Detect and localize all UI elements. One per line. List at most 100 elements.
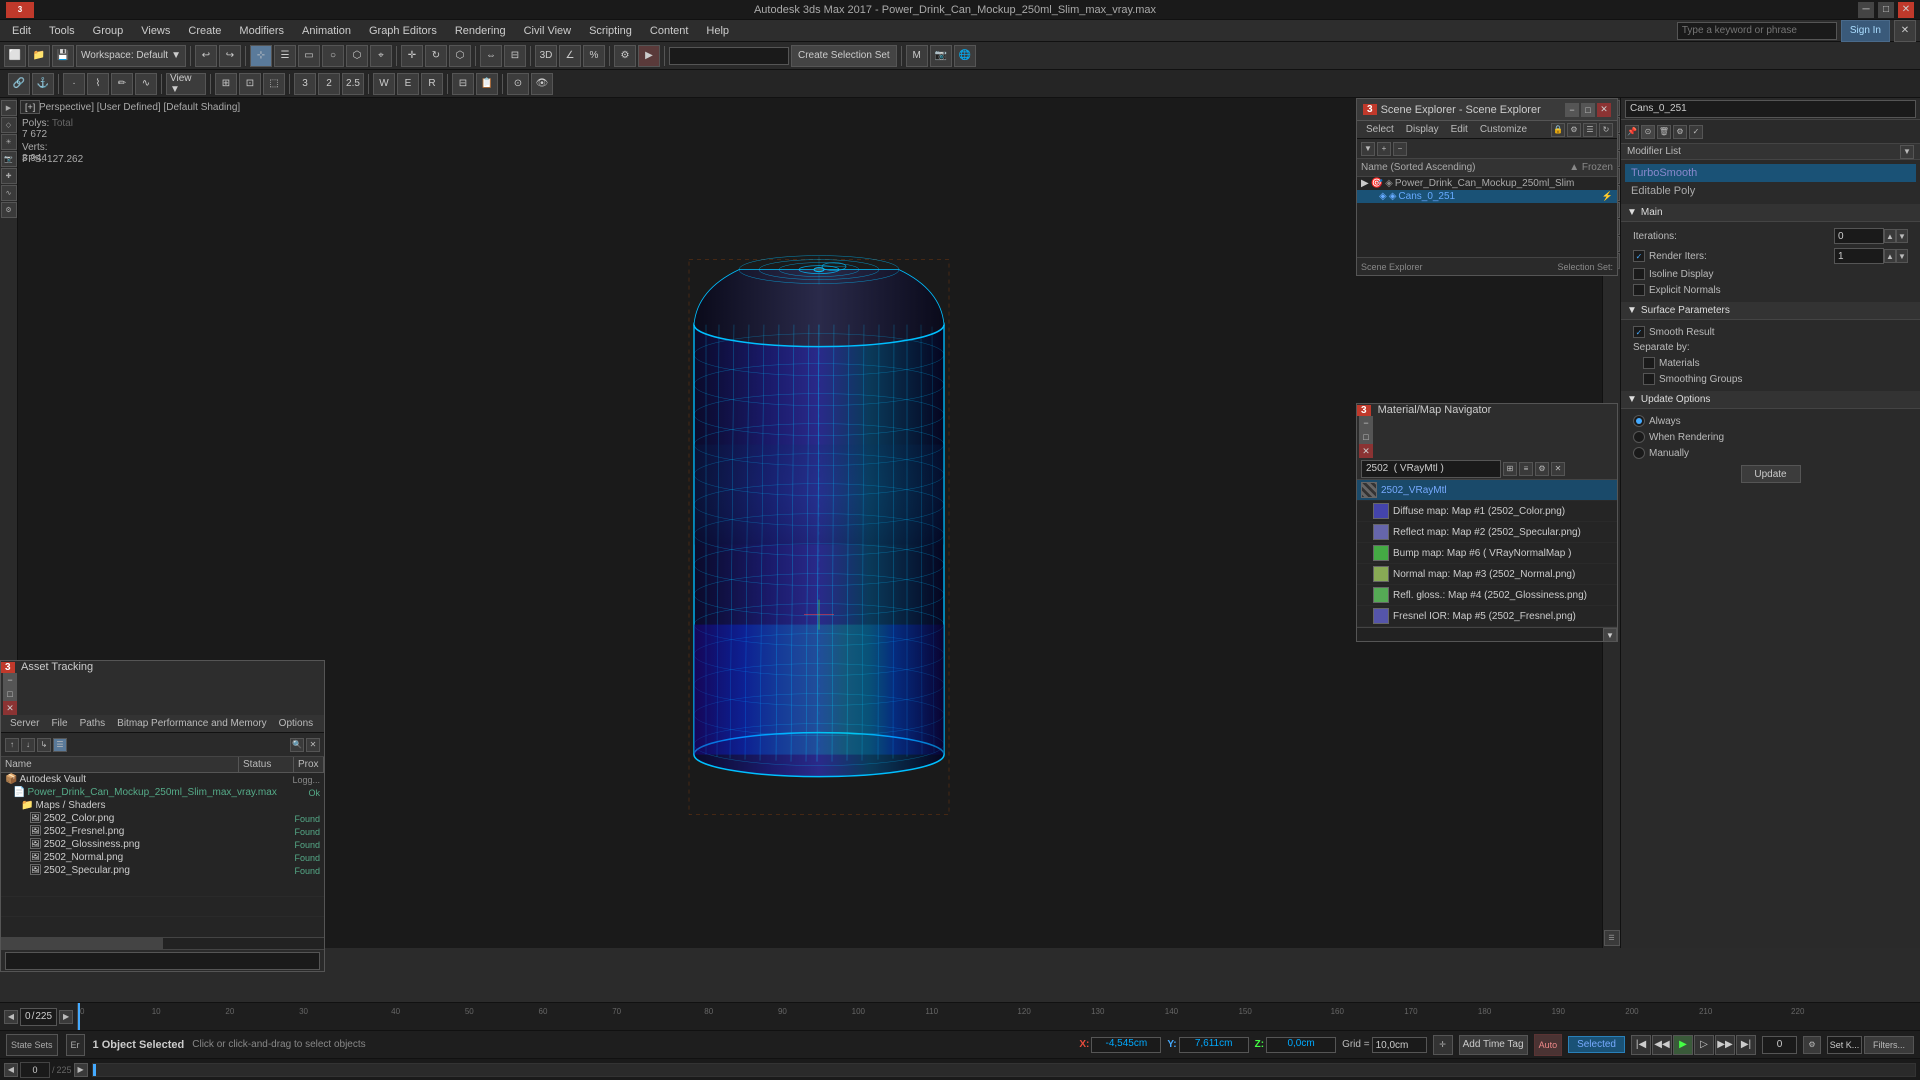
mirror-button[interactable]: ⇔ (480, 45, 502, 67)
at-bitmap-menu[interactable]: Bitmap Performance and Memory (112, 717, 272, 730)
add-time-tag-btn[interactable]: Add Time Tag (1459, 1035, 1528, 1055)
mn-settings-btn[interactable]: ⚙ (1535, 462, 1549, 476)
2.5d-snap-toggle[interactable]: 2.5 (342, 73, 364, 95)
isoline-checkbox[interactable] (1633, 268, 1645, 280)
auto-key-btn[interactable]: Auto (1534, 1034, 1563, 1056)
grid-value[interactable]: 10,0cm (1372, 1037, 1427, 1053)
wireframe-button[interactable]: ⬚ (263, 73, 285, 95)
object-name-input[interactable] (1625, 100, 1916, 118)
map-diffuse-item[interactable]: Diffuse map: Map #1 (2502_Color.png) (1357, 501, 1617, 522)
scene-cans-object[interactable]: ◈ ◈ Cans_0_251 ⚡ (1357, 190, 1617, 203)
when-rendering-radio[interactable] (1633, 431, 1645, 443)
scene-explorer-select-menu[interactable]: Select (1361, 123, 1399, 136)
map-reflect-item[interactable]: Reflect map: Map #2 (2502_Specular.png) (1357, 522, 1617, 543)
state-sets-tab[interactable]: State Sets (6, 1034, 58, 1056)
modifier-list-dropdown[interactable]: ▼ (1900, 145, 1914, 159)
update-options-section-header[interactable]: ▼ Update Options (1621, 391, 1920, 409)
at-fresnel-file[interactable]: 🖼 2502_Fresnel.png Found (1, 825, 324, 838)
material-editor-button[interactable]: M (906, 45, 928, 67)
menu-tools[interactable]: Tools (41, 23, 83, 39)
render-iters-down[interactable]: ▼ (1896, 249, 1908, 263)
se-filter-btn[interactable]: ▼ (1361, 142, 1375, 156)
rotate-type-button[interactable]: E (397, 73, 419, 95)
mod-pin-btn[interactable]: 📌 (1625, 125, 1639, 139)
map-gloss-item[interactable]: Refl. gloss.: Map #4 (2502_Glossiness.pn… (1357, 585, 1617, 606)
scene-explorer-edit-menu[interactable]: Edit (1446, 123, 1473, 136)
move-type-button[interactable]: W (373, 73, 395, 95)
at-main-file[interactable]: 📄 Power_Drink_Can_Mockup_250ml_Slim_max_… (1, 786, 324, 799)
select-button[interactable]: ⊹ (250, 45, 272, 67)
z-coord-value[interactable]: 0,0cm (1266, 1037, 1336, 1053)
link-button[interactable]: 🔗 (8, 73, 30, 95)
new-file-button[interactable]: ⬜ (4, 45, 26, 67)
layer-manager-button[interactable]: ⊟ (452, 73, 474, 95)
prev-viewport-btn[interactable]: ◀ (4, 1063, 18, 1077)
snap3d-button[interactable]: 3D (535, 45, 557, 67)
redo-button[interactable]: ↪ (219, 45, 241, 67)
percent-snap-button[interactable]: % (583, 45, 605, 67)
create-spacewarp-tool[interactable]: ∿ (1, 185, 17, 201)
at-file-menu[interactable]: File (46, 717, 72, 730)
render-setup-button[interactable]: ⚙ (614, 45, 636, 67)
render-frame-button[interactable]: 📷 (930, 45, 952, 67)
menu-views[interactable]: Views (133, 23, 178, 39)
isolate-selection-button[interactable]: ⊙ (507, 73, 529, 95)
at-glossiness-file[interactable]: 🖼 2502_Glossiness.png Found (1, 838, 324, 851)
maximize-button[interactable]: □ (1878, 2, 1894, 18)
menu-scripting[interactable]: Scripting (581, 23, 640, 39)
at-btn-2[interactable]: ↓ (21, 738, 35, 752)
at-search-input[interactable] (5, 952, 320, 970)
at-normal-file[interactable]: 🖼 2502_Normal.png Found (1, 851, 324, 864)
menu-animation[interactable]: Animation (294, 23, 359, 39)
curve-button[interactable]: ∿ (135, 73, 157, 95)
menu-civil-view[interactable]: Civil View (516, 23, 579, 39)
set-key-input[interactable] (1827, 1036, 1862, 1054)
se-tool-refresh[interactable]: ↻ (1599, 123, 1613, 137)
create-geometry-tool[interactable]: ▶ (1, 100, 17, 116)
align-button[interactable]: ⊟ (504, 45, 526, 67)
gizmo-toggle[interactable]: ✛ (1433, 1035, 1453, 1055)
mn-scroll-down[interactable]: ▼ (1603, 628, 1617, 642)
turbosmooth-section-header[interactable]: ▼ Main (1621, 204, 1920, 222)
selected-badge[interactable]: Selected (1568, 1036, 1625, 1053)
map-normal-item[interactable]: Normal map: Map #3 (2502_Normal.png) (1357, 564, 1617, 585)
se-tool-columns[interactable]: ☰ (1583, 123, 1597, 137)
menu-group[interactable]: Group (85, 23, 132, 39)
close-search-button[interactable]: ✕ (1894, 20, 1916, 42)
sign-in-button[interactable]: Sign In (1841, 20, 1890, 42)
zoom-extents-button[interactable]: ⊡ (239, 73, 261, 95)
map-fresnel-item[interactable]: Fresnel IOR: Map #5 (2502_Fresnel.png) (1357, 606, 1617, 627)
go-to-start-btn[interactable]: |◀ (1631, 1035, 1651, 1055)
always-radio[interactable] (1633, 415, 1645, 427)
line-button[interactable]: ⌇ (87, 73, 109, 95)
selection-set-input[interactable] (669, 47, 789, 65)
mn-close-btn[interactable]: ✕ (1551, 462, 1565, 476)
minimize-button[interactable]: ─ (1858, 2, 1874, 18)
at-options-menu[interactable]: Options (274, 717, 318, 730)
at-search[interactable]: 🔍 (290, 738, 304, 752)
se-collapse-btn[interactable]: − (1393, 142, 1407, 156)
3d-snap-toggle[interactable]: 3 (294, 73, 316, 95)
at-btn-3[interactable]: ↳ (37, 738, 51, 752)
menu-content[interactable]: Content (642, 23, 697, 39)
2d-snap-toggle[interactable]: 2 (318, 73, 340, 95)
explicit-normals-checkbox[interactable] (1633, 284, 1645, 296)
scene-explorer-float-button[interactable]: − (1565, 103, 1579, 117)
materials-checkbox[interactable] (1643, 357, 1655, 369)
scene-explorer-max-button[interactable]: □ (1581, 103, 1595, 117)
save-file-button[interactable]: 💾 (52, 45, 74, 67)
iterations-up[interactable]: ▲ (1884, 229, 1896, 243)
at-specular-file[interactable]: 🖼 2502_Specular.png Found (1, 864, 324, 877)
at-btn-4[interactable]: ☰ (53, 738, 67, 752)
at-btn-1[interactable]: ↑ (5, 738, 19, 752)
render-iters-checkbox[interactable]: ✓ (1633, 250, 1645, 262)
systems-tool[interactable]: ⚙ (1, 202, 17, 218)
timeline-playhead[interactable] (78, 1003, 80, 1030)
smoothing-groups-checkbox[interactable] (1643, 373, 1655, 385)
move-button[interactable]: ✛ (401, 45, 423, 67)
rect-select-button[interactable]: ▭ (298, 45, 320, 67)
at-color-file[interactable]: 🖼 2502_Color.png Found (1, 812, 324, 825)
x-coord-value[interactable]: -4,545cm (1091, 1037, 1161, 1053)
zoom-extents-all-button[interactable]: ⊞ (215, 73, 237, 95)
prev-frame-btn[interactable]: ◀◀ (1652, 1035, 1672, 1055)
